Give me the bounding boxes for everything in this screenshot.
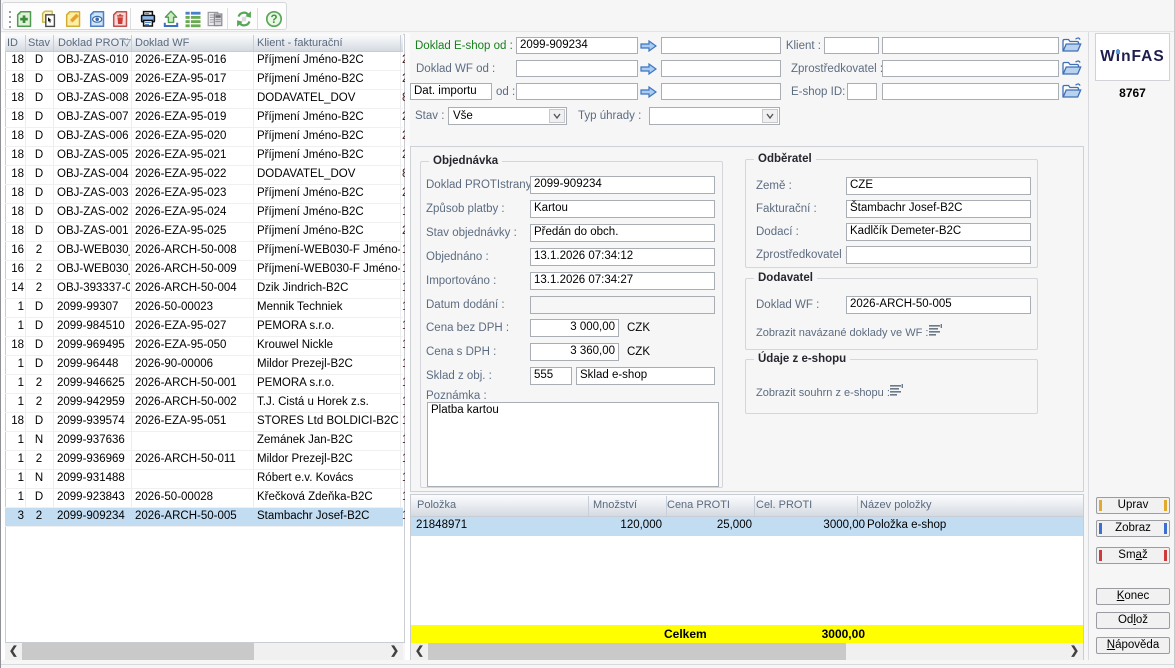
- svg-text:?: ?: [270, 14, 277, 26]
